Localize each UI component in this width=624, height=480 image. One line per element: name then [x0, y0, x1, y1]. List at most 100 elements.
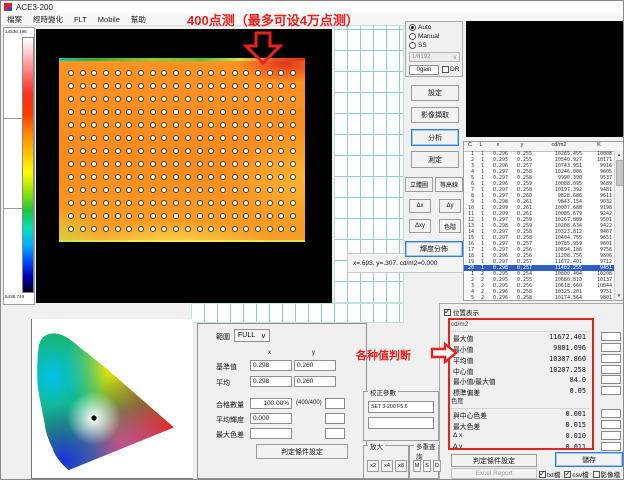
menu-item[interactable]: Mobile [98, 15, 120, 24]
measure-point [278, 213, 284, 219]
checkbox-icon[interactable] [564, 471, 571, 478]
dr-checkbox-row[interactable]: DR [442, 66, 459, 73]
measure-point [243, 200, 249, 206]
measure-point [138, 135, 144, 141]
measure-point [91, 135, 97, 141]
measure-point [243, 135, 249, 141]
position-display-checkbox[interactable] [444, 309, 451, 316]
max-colordiff-field[interactable] [250, 428, 292, 439]
multi-s-button[interactable]: S [423, 460, 431, 472]
measure-point [161, 187, 167, 193]
multi-d-button[interactable]: D [433, 460, 441, 472]
pass-percent-field: 100.00% [250, 398, 292, 409]
settings-button[interactable]: 設定 [411, 85, 459, 101]
measure-point [138, 161, 144, 167]
measure-point [161, 226, 167, 232]
color-scale-divider [4, 208, 22, 209]
measure-point [103, 135, 109, 141]
results-row-value: 0.05 [570, 387, 586, 395]
gain-field[interactable]: 0gain [409, 65, 439, 75]
zoom-x4-button[interactable]: x4 [381, 460, 393, 472]
menu-item[interactable]: 幫助 [131, 14, 146, 25]
save-format-csv檔[interactable]: csv檔 [564, 469, 588, 479]
measure-point [103, 122, 109, 128]
reference-y-field[interactable]: 0.260 [294, 360, 336, 371]
cie-chromaticity-diagram[interactable] [31, 319, 193, 479]
heatmap-image[interactable] [59, 58, 305, 242]
image-capture-button[interactable]: 影像擷取 [411, 107, 459, 123]
contour-button[interactable]: 等高線 [435, 177, 463, 192]
checkbox-icon[interactable] [593, 471, 600, 478]
scroll-down-icon[interactable]: ▼ [615, 292, 623, 300]
measure-point [185, 187, 191, 193]
measure-point [208, 161, 214, 167]
measure-point [150, 161, 156, 167]
color-levels-button[interactable]: 色階 [439, 219, 461, 233]
table-row[interactable]: 520.2960.25810174.5649801 [464, 295, 614, 300]
mode-radio-auto[interactable]: Auto [409, 23, 462, 31]
measure-point [91, 213, 97, 219]
excel-report-button[interactable]: Excel Report [451, 468, 537, 479]
menu-item[interactable]: 檔案 [7, 14, 22, 25]
measure-point [232, 83, 238, 89]
shutter-range-dropdown[interactable]: 1/8192∨ [409, 52, 460, 62]
reference-x-field[interactable]: 0.298 [250, 360, 292, 371]
multi-m-button[interactable]: M [413, 460, 421, 472]
delta-x-button[interactable]: Δx [409, 199, 431, 213]
zoom-x8-button[interactable]: x8 [395, 460, 407, 472]
measure-point [290, 161, 296, 167]
menu-item[interactable]: 經時變化 [33, 14, 63, 25]
measure-point [173, 70, 179, 76]
measure-point [161, 161, 167, 167]
table-column-header: C [464, 142, 476, 151]
measure-point [220, 226, 226, 232]
color-scale-gradient [22, 37, 34, 293]
measure-point [197, 83, 203, 89]
measure-point [220, 96, 226, 102]
avg-lum-field[interactable]: 0.000 [250, 413, 292, 424]
measure-point [267, 200, 273, 206]
position-display-row[interactable]: 位置表示 [444, 307, 479, 317]
delta-y-button[interactable]: Δy [439, 199, 461, 213]
dr-checkbox[interactable] [442, 66, 449, 73]
judge-condition-button[interactable]: 判定條件設定 [451, 454, 537, 467]
zoom-x2-button[interactable]: x2 [367, 460, 379, 472]
range-dropdown[interactable]: FULL∨ [234, 329, 270, 342]
measure-point [68, 161, 74, 167]
scrollbar-thumb[interactable] [616, 160, 624, 186]
average-y-field[interactable]: 0.260 [294, 376, 336, 387]
menu-item[interactable]: FLT [74, 15, 87, 24]
measure-point [232, 161, 238, 167]
scroll-up-icon[interactable]: ▲ [615, 151, 623, 159]
dr-label: DR [450, 66, 459, 73]
save-format-txt檔[interactable]: txt檔 [539, 469, 560, 479]
calibration-set-field[interactable]: SET 3-200 F5.6 [368, 401, 434, 413]
delta-xy-button[interactable]: Δxy [409, 219, 431, 233]
calibration-group: 校正參數 SET 3-200 F5.6 [363, 391, 439, 441]
map3d-button[interactable]: 立體圖 [405, 177, 433, 192]
measure-point [138, 122, 144, 128]
checkbox-icon[interactable] [539, 471, 546, 478]
radio-icon [409, 42, 416, 49]
average-x-field[interactable]: 0.298 [250, 376, 292, 387]
mode-radio-manual[interactable]: Manual [409, 32, 462, 40]
measure-button[interactable]: 測定 [411, 151, 459, 168]
measure-point [68, 122, 74, 128]
mode-radio-ss[interactable]: SS [409, 41, 462, 49]
save-format-影像檔[interactable]: 影像檔 [593, 469, 621, 479]
luminance-display[interactable] [36, 29, 332, 303]
table-body[interactable]: 110.2960.25510265.45510008210.2950.25510… [464, 151, 614, 300]
measure-point [255, 96, 261, 102]
measure-point [80, 148, 86, 154]
table-scrollbar[interactable]: ▲ ▼ [614, 151, 623, 300]
calibration-extra-field[interactable] [368, 417, 434, 429]
measurement-table[interactable]: CLxycd/m2K 110.2960.25510265.45510008210… [463, 141, 624, 301]
save-button[interactable]: 儲存 [555, 452, 623, 467]
judge-condition-button[interactable]: 判定條件設定 [256, 444, 348, 459]
measure-point [255, 70, 261, 76]
luminance-distribution-button[interactable]: 輝度分佈 [405, 241, 463, 257]
measure-point [267, 161, 273, 167]
analyze-button[interactable]: 分析 [411, 129, 459, 146]
measure-point [267, 135, 273, 141]
results-row-label: Δ y [453, 443, 462, 450]
